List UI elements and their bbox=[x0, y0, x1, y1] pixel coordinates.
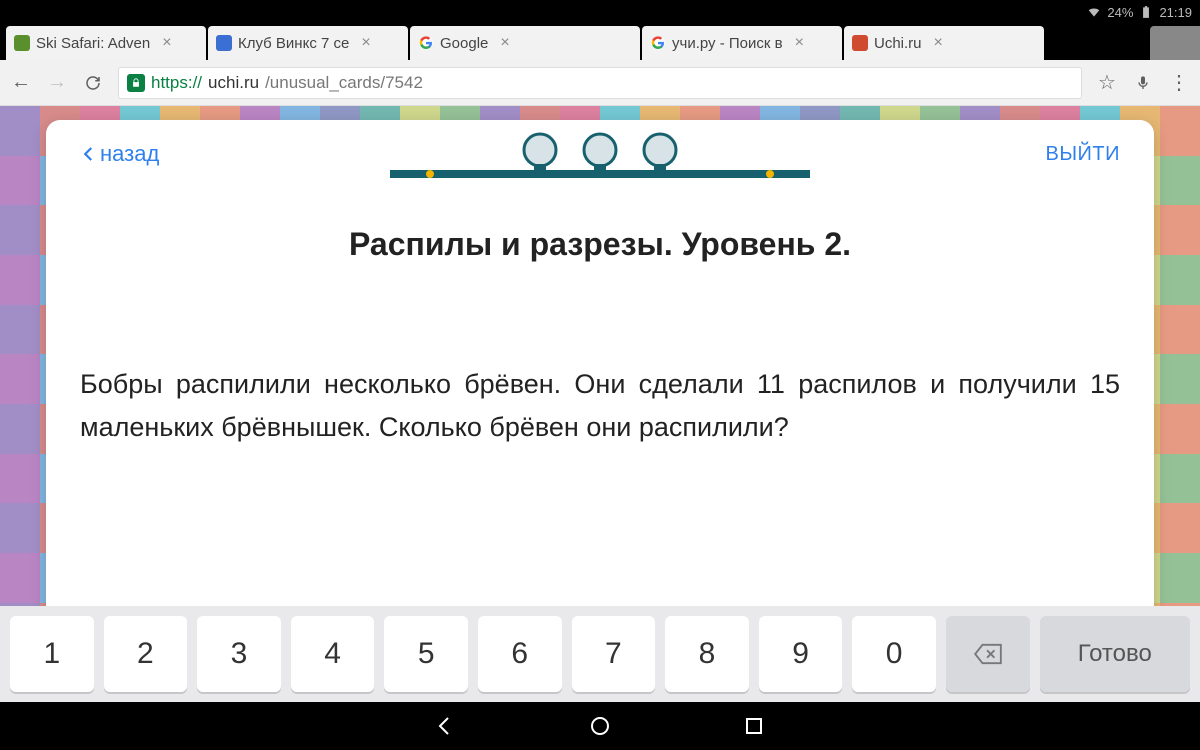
battery-icon bbox=[1139, 5, 1153, 19]
tab-title: Ski Safari: Adven bbox=[36, 35, 150, 52]
key-backspace[interactable] bbox=[946, 616, 1030, 692]
android-status-bar: 24% 21:19 bbox=[0, 0, 1200, 24]
browser-tab[interactable]: Ski Safari: Adven × bbox=[6, 26, 206, 60]
browser-toolbar: ← → https:// uchi.ru/unusual_cards/7542 ☆… bbox=[0, 60, 1200, 106]
key-8[interactable]: 8 bbox=[665, 616, 749, 692]
key-4[interactable]: 4 bbox=[291, 616, 375, 692]
back-button[interactable]: назад bbox=[80, 141, 159, 167]
tab-title: Uchi.ru bbox=[874, 35, 922, 52]
android-recents-button[interactable] bbox=[742, 714, 766, 738]
android-back-button[interactable] bbox=[434, 714, 458, 738]
key-7[interactable]: 7 bbox=[572, 616, 656, 692]
lock-icon bbox=[127, 74, 145, 92]
nav-back-button[interactable]: ← bbox=[10, 71, 32, 94]
key-2[interactable]: 2 bbox=[104, 616, 188, 692]
key-done[interactable]: Готово bbox=[1040, 616, 1190, 692]
wifi-icon bbox=[1087, 5, 1101, 19]
exercise-problem-text: Бобры распилили несколько брёвен. Они сд… bbox=[80, 363, 1120, 449]
key-1[interactable]: 1 bbox=[10, 616, 94, 692]
clock-text: 21:19 bbox=[1159, 5, 1192, 20]
url-scheme: https:// bbox=[151, 73, 202, 93]
tab-close-button[interactable]: × bbox=[795, 35, 804, 51]
tab-title: учи.ру - Поиск в bbox=[672, 35, 783, 52]
browser-tab[interactable]: Клуб Винкс 7 се × bbox=[208, 26, 408, 60]
exit-button[interactable]: ВЫЙТИ bbox=[1045, 143, 1120, 166]
voice-search-button[interactable] bbox=[1132, 75, 1154, 91]
tab-close-button[interactable]: × bbox=[361, 35, 370, 51]
battery-text: 24% bbox=[1107, 5, 1133, 20]
new-tab-button[interactable] bbox=[1150, 26, 1200, 60]
android-nav-bar bbox=[0, 702, 1200, 750]
bookmark-star-button[interactable]: ☆ bbox=[1096, 70, 1118, 95]
key-0[interactable]: 0 bbox=[852, 616, 936, 692]
url-path: /unusual_cards/7542 bbox=[265, 73, 423, 93]
key-5[interactable]: 5 bbox=[384, 616, 468, 692]
key-9[interactable]: 9 bbox=[759, 616, 843, 692]
browser-tab[interactable]: Uchi.ru × bbox=[844, 26, 1044, 60]
tab-close-button[interactable]: × bbox=[934, 35, 943, 51]
browser-tab[interactable]: Google × bbox=[410, 26, 640, 60]
nav-forward-button[interactable]: → bbox=[46, 71, 68, 94]
address-bar[interactable]: https:// uchi.ru/unusual_cards/7542 bbox=[118, 67, 1082, 99]
android-home-button[interactable] bbox=[588, 714, 612, 738]
tab-close-button[interactable]: × bbox=[162, 35, 171, 51]
exercise-title: Распилы и разрезы. Уровень 2. bbox=[80, 226, 1120, 263]
tab-close-button[interactable]: × bbox=[500, 35, 509, 51]
key-3[interactable]: 3 bbox=[197, 616, 281, 692]
url-host: uchi.ru bbox=[208, 73, 259, 93]
chevron-left-icon bbox=[80, 141, 98, 167]
key-6[interactable]: 6 bbox=[478, 616, 562, 692]
browser-menu-button[interactable]: ⋮ bbox=[1168, 70, 1190, 95]
tab-title: Google bbox=[440, 35, 488, 52]
browser-tab-strip: Ski Safari: Adven×Клуб Винкс 7 се×Google… bbox=[0, 24, 1200, 60]
numeric-keyboard: 1234567890 Готово bbox=[0, 606, 1200, 702]
tab-title: Клуб Винкс 7 се bbox=[238, 35, 349, 52]
nav-reload-button[interactable] bbox=[82, 74, 104, 92]
browser-tab[interactable]: учи.ру - Поиск в × bbox=[642, 26, 842, 60]
back-label: назад bbox=[100, 141, 159, 167]
